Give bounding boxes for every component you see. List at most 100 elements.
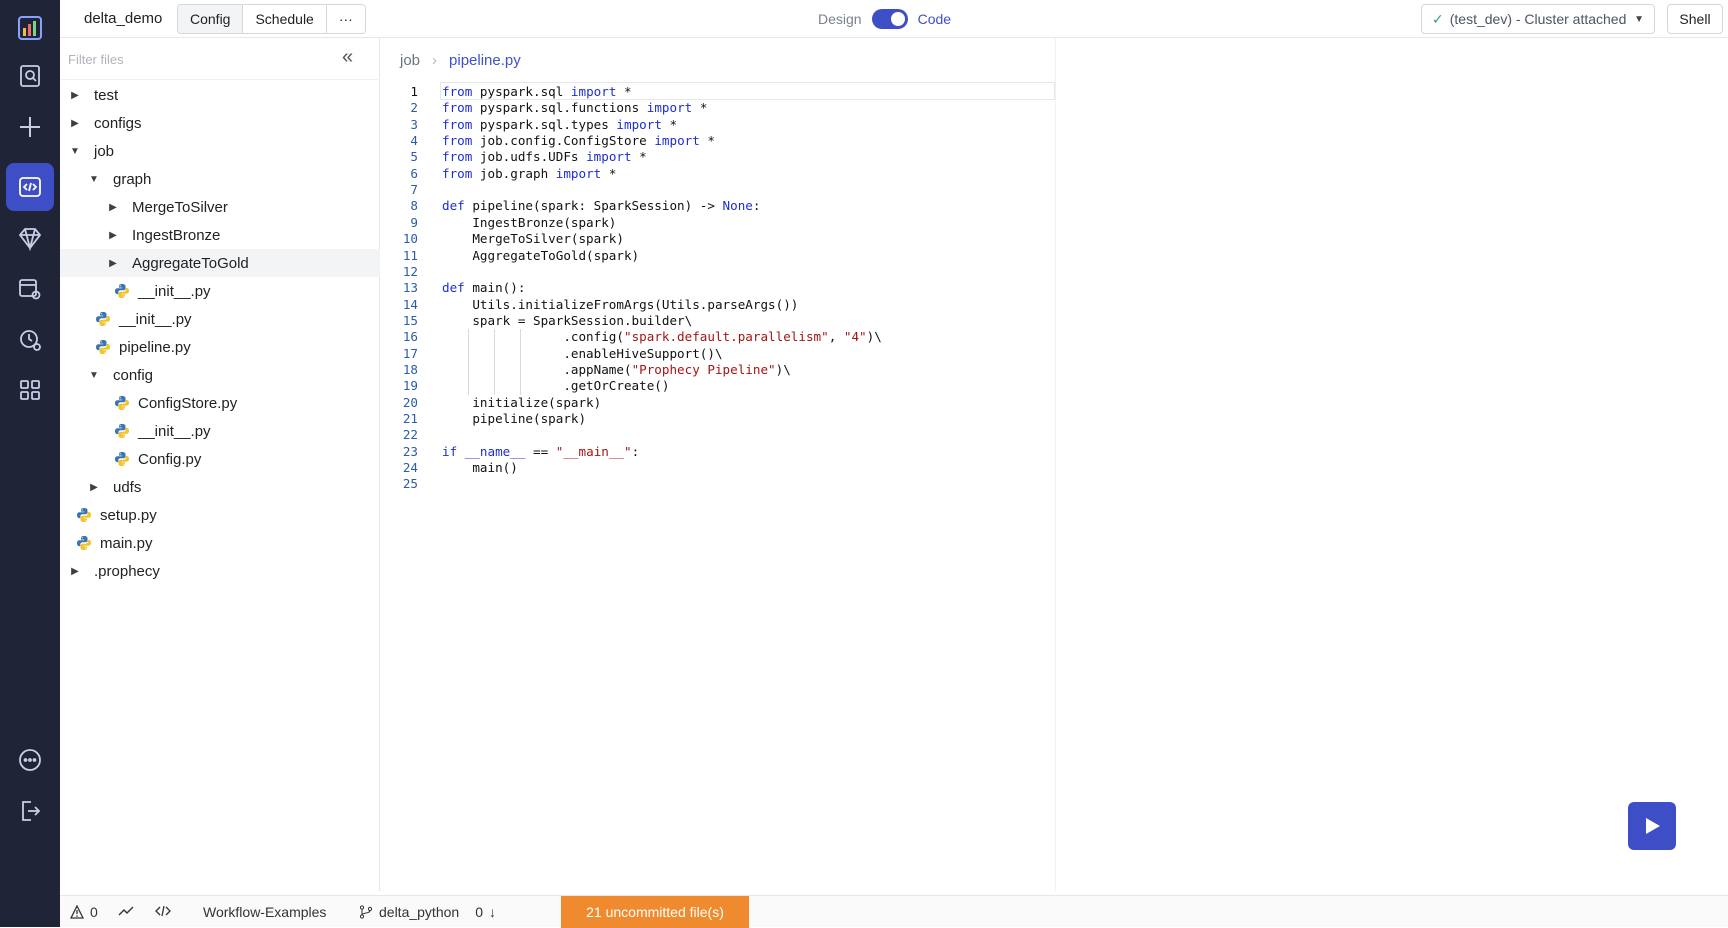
line-number: 18	[402, 361, 418, 377]
tree-file-item[interactable]: ConfigStore.py	[60, 389, 380, 417]
tree-folder-item[interactable]: ▶ AggregateToGold	[60, 249, 380, 277]
project-name[interactable]: delta_demo	[84, 10, 162, 27]
code-editor-icon[interactable]	[6, 163, 54, 211]
code-line[interactable]: from job.config.ConfigStore import *	[442, 133, 715, 148]
caret-down-icon[interactable]: ▼	[68, 146, 82, 157]
line-number: 14	[402, 296, 418, 312]
caret-right-icon[interactable]: ▶	[106, 202, 120, 213]
line-number: 12	[402, 263, 418, 279]
run-button[interactable]	[1628, 802, 1676, 850]
line-number: 19	[402, 378, 418, 394]
tree-file-item[interactable]: main.py	[60, 529, 380, 557]
repo-name[interactable]: Workflow-Examples	[203, 904, 326, 920]
gem-icon[interactable]	[6, 214, 54, 262]
code-line[interactable]: if __name__ == "__main__":	[442, 444, 639, 459]
code-line[interactable]: main()	[442, 460, 518, 475]
caret-right-icon[interactable]: ▶	[68, 118, 82, 129]
plus-icon[interactable]	[6, 103, 54, 151]
tree-folder-item[interactable]: ▶ configs	[60, 109, 380, 137]
line-number: 25	[402, 476, 418, 492]
caret-right-icon[interactable]: ▶	[106, 230, 120, 241]
code-line[interactable]: .enableHiveSupport()\	[442, 346, 722, 361]
code-editor[interactable]: 1 from pyspark.sql import * 2 from pyspark.…	[380, 82, 1055, 552]
more-actions-button[interactable]: ···	[326, 5, 365, 33]
arrow-down-icon: ↓	[488, 904, 496, 920]
filter-files-input[interactable]	[68, 46, 328, 72]
warnings-indicator[interactable]: 0	[70, 904, 98, 920]
shell-button[interactable]: Shell	[1667, 4, 1723, 34]
line-number: 7	[410, 182, 418, 198]
tree-folder-item[interactable]: ▶ IngestBronze	[60, 221, 380, 249]
grid-icon[interactable]	[6, 366, 54, 414]
line-number: 10	[402, 231, 418, 247]
collapse-panel-icon[interactable]: «	[342, 47, 364, 70]
line-number: 4	[410, 133, 418, 149]
tree-file-item[interactable]: Config.py	[60, 445, 380, 473]
code-line[interactable]: pipeline(spark)	[442, 411, 586, 426]
code-line[interactable]: Utils.initializeFromArgs(Utils.parseArgs…	[442, 297, 798, 312]
status-bar: 0 Workflow-Examples delta_python 0 ↓ 21 …	[60, 895, 1728, 928]
caret-down-icon[interactable]: ▼	[87, 370, 101, 381]
line-number: 16	[402, 329, 418, 345]
pane-divider	[1055, 38, 1056, 891]
trend-icon[interactable]	[118, 904, 134, 918]
caret-right-icon[interactable]: ▶	[106, 258, 120, 269]
search-docs-icon[interactable]	[6, 52, 54, 100]
tree-file-item[interactable]: pipeline.py	[60, 333, 380, 361]
caret-right-icon[interactable]: ▶	[68, 566, 82, 577]
caret-down-icon[interactable]: ▼	[87, 174, 101, 185]
code-line[interactable]: spark = SparkSession.builder\	[442, 313, 692, 328]
caret-right-icon[interactable]: ▶	[68, 90, 82, 101]
clock-settings-icon[interactable]	[6, 316, 54, 364]
design-code-toggle[interactable]	[871, 9, 908, 29]
code-line[interactable]: IngestBronze(spark)	[442, 215, 616, 230]
code-line[interactable]: from pyspark.sql.types import *	[442, 117, 677, 132]
code-line[interactable]: def pipeline(spark: SparkSession) -> Non…	[442, 198, 760, 213]
more-icon[interactable]	[6, 736, 54, 784]
tree-folder-item[interactable]: ▼ graph	[60, 165, 380, 193]
tree-folder-item[interactable]: ▶ .prophecy	[60, 557, 380, 585]
design-mode-label[interactable]: Design	[818, 11, 862, 27]
tree-item-label: __init__.py	[138, 422, 211, 440]
code-line[interactable]: from job.graph import *	[442, 166, 616, 181]
top-bar: delta_demo Config Schedule ··· Design Co…	[60, 0, 1728, 38]
line-number: 13	[402, 280, 418, 296]
tree-file-item[interactable]: __init__.py	[60, 305, 380, 333]
line-number: 23	[402, 443, 418, 459]
line-number: 20	[402, 394, 418, 410]
table-settings-icon[interactable]	[6, 265, 54, 313]
git-branch-icon	[359, 905, 373, 919]
tree-file-item[interactable]: __init__.py	[60, 417, 380, 445]
schedule-button[interactable]: Schedule	[243, 5, 327, 33]
tree-folder-item[interactable]: ▶ test	[60, 81, 380, 109]
tree-folder-item[interactable]: ▶ MergeToSilver	[60, 193, 380, 221]
code-line[interactable]: .getOrCreate()	[442, 378, 669, 393]
tree-folder-item[interactable]: ▼ config	[60, 361, 380, 389]
tree-item-label: main.py	[100, 534, 153, 552]
code-line[interactable]: MergeToSilver(spark)	[442, 231, 624, 246]
code-line[interactable]: .config("spark.default.parallelism", "4"…	[442, 329, 881, 344]
line-number: 5	[410, 149, 418, 165]
logout-icon[interactable]	[6, 787, 54, 835]
breadcrumb-file[interactable]: pipeline.py	[449, 52, 521, 69]
code-icon[interactable]	[155, 904, 171, 918]
uncommitted-files-badge[interactable]: 21 uncommitted file(s)	[561, 896, 749, 928]
logo-icon[interactable]	[6, 4, 54, 52]
code-line[interactable]: from pyspark.sql.functions import *	[442, 100, 707, 115]
tree-folder-item[interactable]: ▼ job	[60, 137, 380, 165]
branch-indicator[interactable]: delta_python 0 ↓	[359, 904, 496, 920]
tree-file-item[interactable]: setup.py	[60, 501, 380, 529]
code-line[interactable]: from job.udfs.UDFs import *	[442, 149, 647, 164]
config-button[interactable]: Config	[178, 5, 244, 33]
cluster-selector[interactable]: ✓ (test_dev) - Cluster attached ▼	[1421, 4, 1655, 34]
code-line[interactable]: def main():	[442, 280, 525, 295]
caret-right-icon[interactable]: ▶	[87, 482, 101, 493]
code-line[interactable]: AggregateToGold(spark)	[442, 248, 639, 263]
python-file-icon	[76, 535, 92, 551]
code-mode-label[interactable]: Code	[918, 11, 951, 27]
code-line[interactable]: from pyspark.sql import *	[442, 84, 632, 99]
breadcrumb-parent[interactable]: job	[400, 52, 420, 69]
tree-file-item[interactable]: __init__.py	[60, 277, 380, 305]
tree-folder-item[interactable]: ▶ udfs	[60, 473, 380, 501]
code-line[interactable]: initialize(spark)	[442, 395, 601, 410]
